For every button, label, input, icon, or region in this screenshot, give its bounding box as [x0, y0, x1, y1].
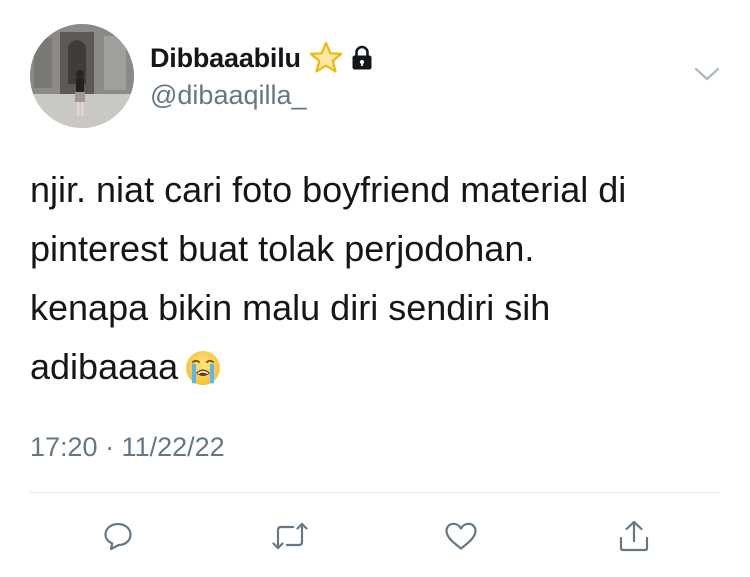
loudly-crying-face-icon: [186, 351, 221, 385]
share-button[interactable]: [612, 514, 656, 558]
tweet-text-line: njir. niat cari foto boyfriend material …: [30, 169, 627, 210]
retweet-button[interactable]: [268, 514, 312, 558]
avatar[interactable]: [30, 24, 134, 128]
chevron-down-icon[interactable]: [693, 64, 721, 84]
tweet-text-line: kenapa bikin malu diri sendiri sih: [30, 287, 551, 328]
share-icon: [619, 520, 649, 552]
user-handle[interactable]: @dibaaqilla_: [150, 80, 307, 111]
avatar-photo: [30, 24, 134, 128]
star-icon: [309, 41, 343, 73]
tweet-card: Dibbaaabilu @dibaaqilla_ njir. niat cari…: [0, 0, 750, 577]
like-icon: [445, 522, 477, 550]
tweet-text-line: pinterest buat tolak perjodohan.: [30, 228, 535, 269]
tweet-timestamp[interactable]: 17:20 · 11/22/22: [30, 432, 225, 463]
divider: [30, 492, 720, 493]
lock-icon: [352, 45, 372, 70]
tweet-text-line: adibaaaa: [30, 346, 179, 387]
reply-button[interactable]: [96, 514, 140, 558]
name-row: Dibbaaabilu: [150, 38, 374, 78]
like-button[interactable]: [439, 514, 483, 558]
retweet-icon: [272, 522, 308, 550]
reply-icon: [104, 522, 132, 551]
display-name[interactable]: Dibbaaabilu: [150, 43, 301, 74]
tweet-text-line-last: adibaaaa: [30, 337, 720, 396]
tweet-text: njir. niat cari foto boyfriend material …: [30, 160, 720, 396]
